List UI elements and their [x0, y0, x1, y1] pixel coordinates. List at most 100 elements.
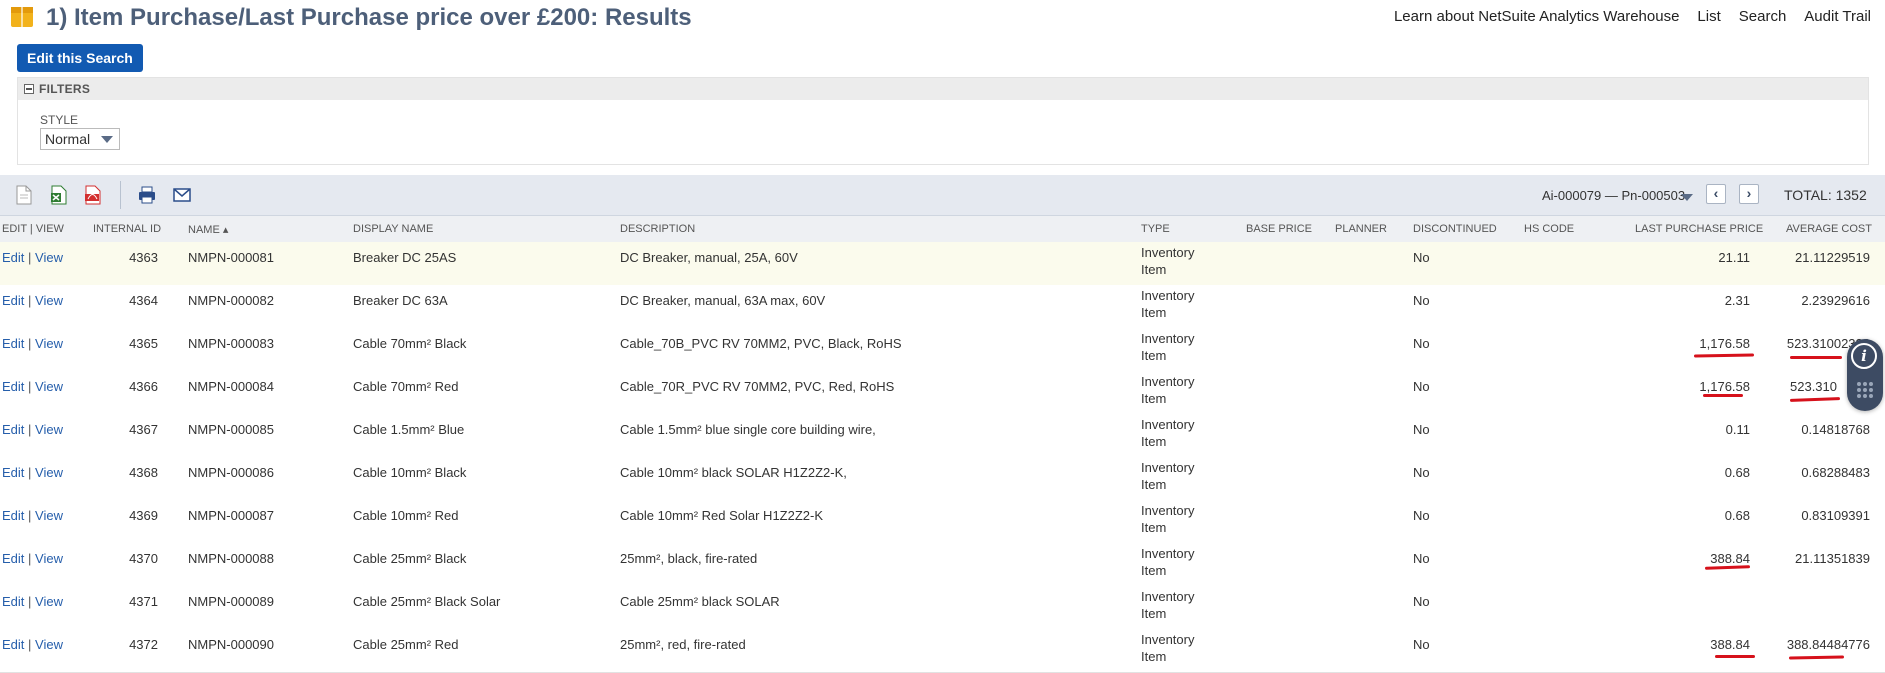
table-row: Edit | View 4370 NMPN-000088 Cable 25mm²…: [0, 543, 1885, 587]
edit-view-links: Edit | View: [2, 250, 63, 265]
link-search[interactable]: Search: [1739, 8, 1787, 25]
internal-id-cell: 4364: [129, 293, 158, 308]
display-name-cell: Cable 25mm² Black Solar: [353, 594, 501, 609]
col-internal-id[interactable]: INTERNAL ID: [93, 223, 161, 235]
edit-link[interactable]: Edit: [2, 508, 24, 523]
last-purchase-price-cell: 1,176.58: [1699, 379, 1750, 394]
edit-link[interactable]: Edit: [2, 551, 24, 566]
floating-help-widget[interactable]: i: [1847, 339, 1883, 411]
last-purchase-price-cell: 21.11: [1718, 250, 1750, 265]
description-cell: Cable 10mm² Red Solar H1Z2Z2-K: [620, 508, 824, 523]
col-average-cost[interactable]: AVERAGE COST: [1786, 223, 1872, 235]
table-row: Edit | View 4368 NMPN-000086 Cable 10mm²…: [0, 457, 1885, 501]
col-base-price[interactable]: BASE PRICE: [1246, 223, 1312, 235]
display-name-cell: Cable 1.5mm² Blue: [353, 422, 465, 437]
average-cost-cell: 523.310: [1790, 379, 1837, 394]
col-planner[interactable]: PLANNER: [1335, 223, 1387, 235]
view-link[interactable]: View: [35, 379, 63, 394]
link-analytics-warehouse[interactable]: Learn about NetSuite Analytics Warehouse: [1394, 8, 1679, 25]
edit-view-links: Edit | View: [2, 465, 63, 480]
type-cell: Inventory Item: [1141, 374, 1195, 406]
last-purchase-price-cell: 1,176.58: [1699, 336, 1750, 351]
last-purchase-price-cell: 2.31: [1724, 293, 1750, 308]
edit-link[interactable]: Edit: [2, 594, 24, 609]
export-pdf-icon[interactable]: [84, 185, 102, 205]
collapse-icon[interactable]: [24, 84, 34, 94]
edit-link[interactable]: Edit: [2, 379, 24, 394]
grid-menu-icon[interactable]: [1855, 380, 1875, 400]
edit-link[interactable]: Edit: [2, 422, 24, 437]
edit-view-links: Edit | View: [2, 551, 63, 566]
type-cell: Inventory Item: [1141, 288, 1195, 320]
table-header: EDIT | VIEW INTERNAL ID NAME ▴ DISPLAY N…: [0, 216, 1885, 243]
link-audit-trail[interactable]: Audit Trail: [1804, 8, 1871, 25]
col-name[interactable]: NAME ▴: [188, 223, 228, 236]
table-row: Edit | View 4366 NMPN-000084 Cable 70mm²…: [0, 371, 1885, 415]
table-row: Edit | View 4369 NMPN-000087 Cable 10mm²…: [0, 500, 1885, 544]
col-hs-code[interactable]: HS CODE: [1524, 223, 1574, 235]
page-title: 1) Item Purchase/Last Purchase price ove…: [46, 4, 692, 31]
display-name-cell: Breaker DC 63A: [353, 293, 448, 308]
description-cell: Cable_70B_PVC RV 70MM2, PVC, Black, RoHS: [620, 336, 902, 351]
type-cell: Inventory Item: [1141, 589, 1195, 621]
view-link[interactable]: View: [35, 637, 63, 652]
average-cost-cell: 21.11229519: [1795, 250, 1870, 265]
edit-link[interactable]: Edit: [2, 336, 24, 351]
edit-link[interactable]: Edit: [2, 465, 24, 480]
export-csv-icon[interactable]: [15, 185, 33, 205]
style-select[interactable]: Normal: [40, 128, 120, 150]
name-cell: NMPN-000087: [188, 508, 274, 523]
filters-heading: FILTERS: [39, 82, 91, 96]
col-discontinued[interactable]: DISCONTINUED: [1413, 223, 1497, 235]
name-cell: NMPN-000090: [188, 637, 274, 652]
edit-link[interactable]: Edit: [2, 250, 24, 265]
internal-id-cell: 4370: [129, 551, 158, 566]
view-link[interactable]: View: [35, 336, 63, 351]
chevron-down-icon[interactable]: [1681, 194, 1693, 201]
description-cell: 25mm², black, fire-rated: [620, 551, 758, 566]
filters-header[interactable]: FILTERS: [18, 78, 1868, 100]
name-cell: NMPN-000081: [188, 250, 274, 265]
results-toolbar: Ai-000079 — Pn-000503 ‹ › TOTAL: 1352: [0, 175, 1885, 216]
info-icon[interactable]: i: [1851, 343, 1877, 369]
type-cell: Inventory Item: [1141, 503, 1195, 535]
style-select-value: Normal: [45, 131, 91, 147]
link-list[interactable]: List: [1697, 8, 1720, 25]
display-name-cell: Cable 70mm² Red: [353, 379, 459, 394]
col-type[interactable]: TYPE: [1141, 223, 1170, 235]
toolbar-divider: [120, 181, 121, 209]
name-cell: NMPN-000086: [188, 465, 274, 480]
type-cell: Inventory Item: [1141, 460, 1195, 492]
next-page-button[interactable]: ›: [1739, 184, 1759, 204]
email-icon[interactable]: [172, 185, 192, 205]
col-display-name[interactable]: DISPLAY NAME: [353, 223, 433, 235]
view-link[interactable]: View: [35, 465, 63, 480]
export-excel-icon[interactable]: [50, 185, 68, 205]
view-link[interactable]: View: [35, 293, 63, 308]
col-last-purchase-price[interactable]: LAST PURCHASE PRICE: [1635, 223, 1763, 235]
name-cell: NMPN-000089: [188, 594, 274, 609]
edit-view-links: Edit | View: [2, 379, 63, 394]
view-link[interactable]: View: [35, 250, 63, 265]
top-links: Learn about NetSuite Analytics Warehouse…: [1394, 8, 1871, 25]
page-range-select[interactable]: Ai-000079 — Pn-000503: [1542, 188, 1685, 203]
col-description[interactable]: DESCRIPTION: [620, 223, 695, 235]
edit-view-links: Edit | View: [2, 508, 63, 523]
view-link[interactable]: View: [35, 422, 63, 437]
print-icon[interactable]: [137, 185, 157, 205]
previous-page-button[interactable]: ‹: [1706, 184, 1726, 204]
view-link[interactable]: View: [35, 551, 63, 566]
edit-link[interactable]: Edit: [2, 293, 24, 308]
edit-search-button[interactable]: Edit this Search: [17, 44, 143, 72]
discontinued-cell: No: [1413, 379, 1430, 394]
internal-id-cell: 4372: [129, 637, 158, 652]
description-cell: Cable 25mm² black SOLAR: [620, 594, 780, 609]
edit-link[interactable]: Edit: [2, 637, 24, 652]
view-link[interactable]: View: [35, 594, 63, 609]
average-cost-cell: 0.83109391: [1801, 508, 1870, 523]
table-row: Edit | View 4372 NMPN-000090 Cable 25mm²…: [0, 629, 1885, 673]
table-row: Edit | View 4365 NMPN-000083 Cable 70mm²…: [0, 328, 1885, 372]
red-underline-annotation: [1715, 655, 1755, 658]
view-link[interactable]: View: [35, 508, 63, 523]
red-underline-annotation: [1790, 356, 1842, 359]
